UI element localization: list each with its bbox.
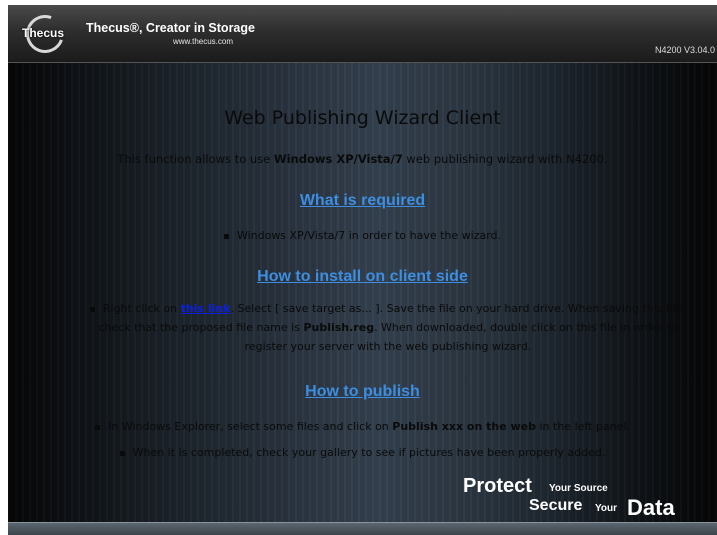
list-item: In Windows Explorer, select some files a… (8, 420, 717, 433)
list-item: Windows XP/Vista/7 in order to have the … (8, 229, 717, 242)
header-bar: Thecus Thecus®, Creator in Storage www.t… (8, 5, 717, 63)
brand-tagline: Thecus®, Creator in Storage (86, 21, 255, 35)
slogan-data: Data (627, 495, 675, 520)
intro-text: This function allows to use Windows XP/V… (8, 152, 717, 166)
thecus-logo[interactable]: Thecus (14, 8, 72, 60)
intro-os-name: Windows XP/Vista/7 (273, 152, 403, 166)
list-item: When it is completed, check your gallery… (8, 446, 717, 459)
bullet-icon (223, 233, 229, 239)
slogan-secure: Secure (529, 497, 583, 514)
content-panel: Web Publishing Wizard Client This functi… (8, 63, 717, 522)
section-heading-publish: How to publish (8, 381, 717, 401)
install-text-part: Right click on (102, 302, 181, 315)
brand-url: www.thecus.com (173, 37, 234, 46)
app-frame: Thecus Thecus®, Creator in Storage www.t… (8, 5, 717, 535)
install-instructions: Right click on this link. Select [ save … (78, 299, 698, 356)
intro-text-part: This function allows to use (117, 152, 274, 166)
registry-file-link[interactable]: this link (181, 302, 231, 315)
section-heading-install: How to install on client side (8, 266, 717, 286)
bullet-icon (89, 306, 95, 312)
slogan-your-source: Your Source (549, 483, 608, 494)
slogan: Protect Your Source Secure Your Data (463, 475, 703, 523)
logo-text: Thecus (21, 26, 64, 40)
list-item-text: In Windows Explorer, select some files a… (108, 420, 393, 433)
footer-bar (8, 522, 717, 535)
publish-command: Publish xxx on the web (392, 420, 536, 433)
bullet-icon (119, 450, 125, 456)
what-is-required-link[interactable]: What is required (300, 192, 425, 209)
section-heading-required: What is required (8, 190, 717, 210)
firmware-version: N4200 V3.04.0 (654, 45, 715, 55)
intro-text-part: web publishing wizard with N4200. (402, 152, 608, 166)
bullet-icon (95, 424, 101, 430)
page-title: Web Publishing Wizard Client (224, 107, 501, 129)
slogan-your: Your (595, 503, 618, 514)
how-to-publish-link[interactable]: How to publish (305, 383, 420, 400)
list-item-text: in the left panel. (536, 420, 630, 433)
slogan-protect: Protect (463, 475, 532, 497)
list-item-text: Windows XP/Vista/7 in order to have the … (236, 229, 502, 242)
list-item-text: When it is completed, check your gallery… (132, 446, 606, 459)
how-to-install-link[interactable]: How to install on client side (257, 268, 468, 285)
registry-file-name: Publish.reg (303, 321, 375, 334)
